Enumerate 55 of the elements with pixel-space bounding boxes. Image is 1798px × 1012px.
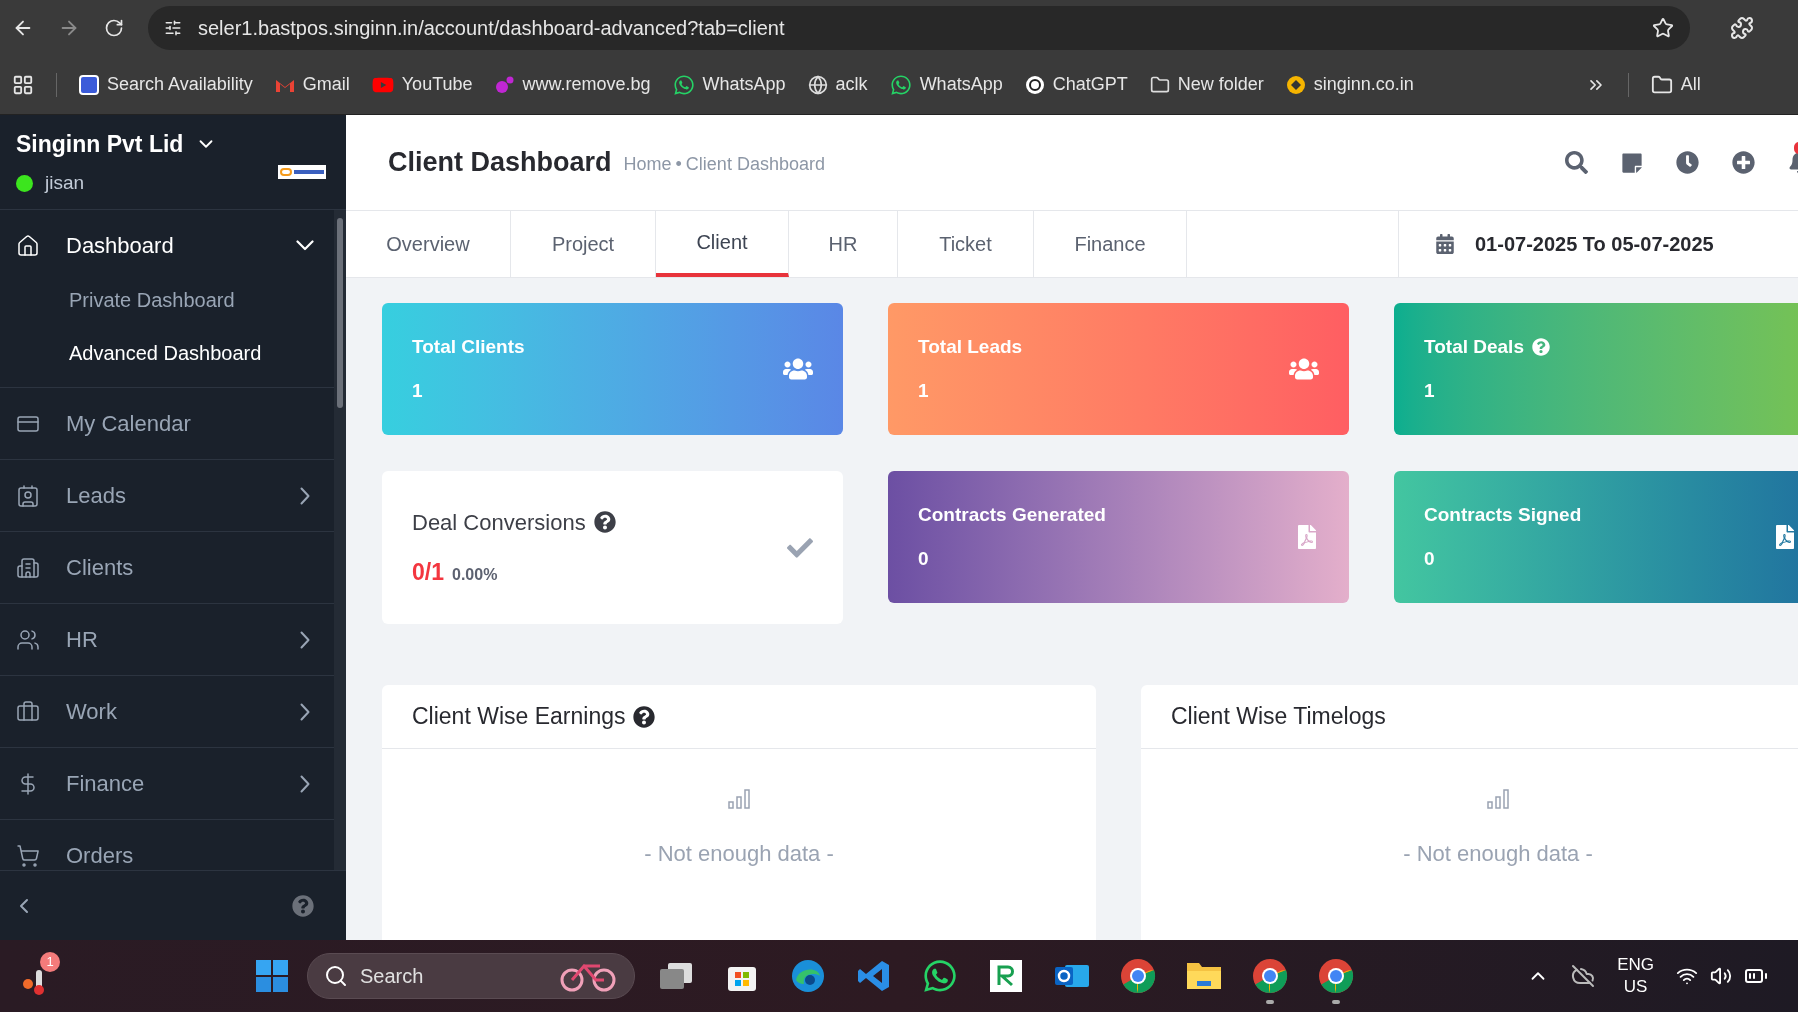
tab[interactable]: Project [511,211,656,277]
page-title: Client Dashboard [388,146,612,180]
bookmark[interactable]: New folder [1149,71,1264,98]
breadcrumb-current: Client Dashboard [685,153,825,176]
card-value: 0 [1424,547,1436,571]
empty-state-text: - Not enough data - [644,840,834,868]
user-name: jisan [45,171,85,195]
submenu-item[interactable]: Advanced Dashboard [0,326,334,379]
nav-item[interactable]: Work [0,676,334,747]
bookmark[interactable]: aclk [807,71,868,98]
card-title: Total Leads [918,334,1023,359]
breadcrumb-separator: • [675,153,682,176]
url-text: seler1.bastpos.singinn.in/account/dashboard-advanced?tab=client [198,15,786,41]
ratio-value: 0/1 [412,557,444,587]
date-range-picker[interactable]: 01-07-2025 To 05-07-2025 [1398,211,1798,277]
panel-title: Client Wise Timelogs [1171,702,1386,732]
card-value: 1 [1424,379,1436,403]
tab[interactable]: Overview [346,211,511,277]
address-bar[interactable]: seler1.bastpos.singinn.in/account/dashboard-advanced?tab=client [148,5,1690,50]
bookmark[interactable]: www.remove.bg [494,71,651,98]
bookmark[interactable]: singinn.co.in [1285,71,1414,98]
card-value: 1 [412,379,424,403]
card-title: Total Deals [1424,334,1524,359]
tab[interactable]: Finance [1034,211,1187,277]
percent-value: 0.00% [452,564,498,585]
nav-item[interactable]: Orders [0,820,334,870]
tab[interactable]: HR [789,211,898,277]
empty-state-text: - Not enough data - [1403,840,1593,868]
bookmark[interactable]: Search Availability [79,71,253,98]
tab[interactable]: Ticket [898,211,1034,277]
taskbar-search-field[interactable]: Search [307,953,635,999]
date-range-text: 01-07-2025 To 05-07-2025 [1475,232,1714,257]
bookmark[interactable]: WhatsApp [889,71,1003,98]
search-placeholder: Search [360,964,424,989]
nav-item[interactable]: HR [0,604,334,675]
nav-item[interactable]: Clients [0,532,334,603]
bookmark[interactable]: WhatsApp [672,71,786,98]
bookmark-folder[interactable]: All [1680,71,1701,98]
card-title: Total Clients [412,334,525,359]
language-indicator[interactable]: ENG US [1617,954,1654,998]
card-title: Contracts Signed [1424,502,1582,527]
nav-item[interactable]: Leads [0,460,334,531]
bookmark[interactable]: Gmail [274,71,350,98]
tab[interactable]: Client [656,211,789,277]
weather-badge: 1 [40,952,60,972]
card-title: Contracts Generated [918,502,1106,527]
company-switcher[interactable]: Singinn Pvt Lid [16,126,184,161]
card-value: 1 [918,379,930,403]
nav-item[interactable]: Finance [0,748,334,819]
bookmark[interactable]: YouTube [371,71,473,98]
card-value: 0 [918,547,930,571]
panel-title: Client Wise Earnings [412,702,626,732]
card-title: Deal Conversions [412,508,586,537]
nav-item[interactable]: My Calendar [0,388,334,459]
bookmark[interactable]: ChatGPT [1024,71,1128,98]
